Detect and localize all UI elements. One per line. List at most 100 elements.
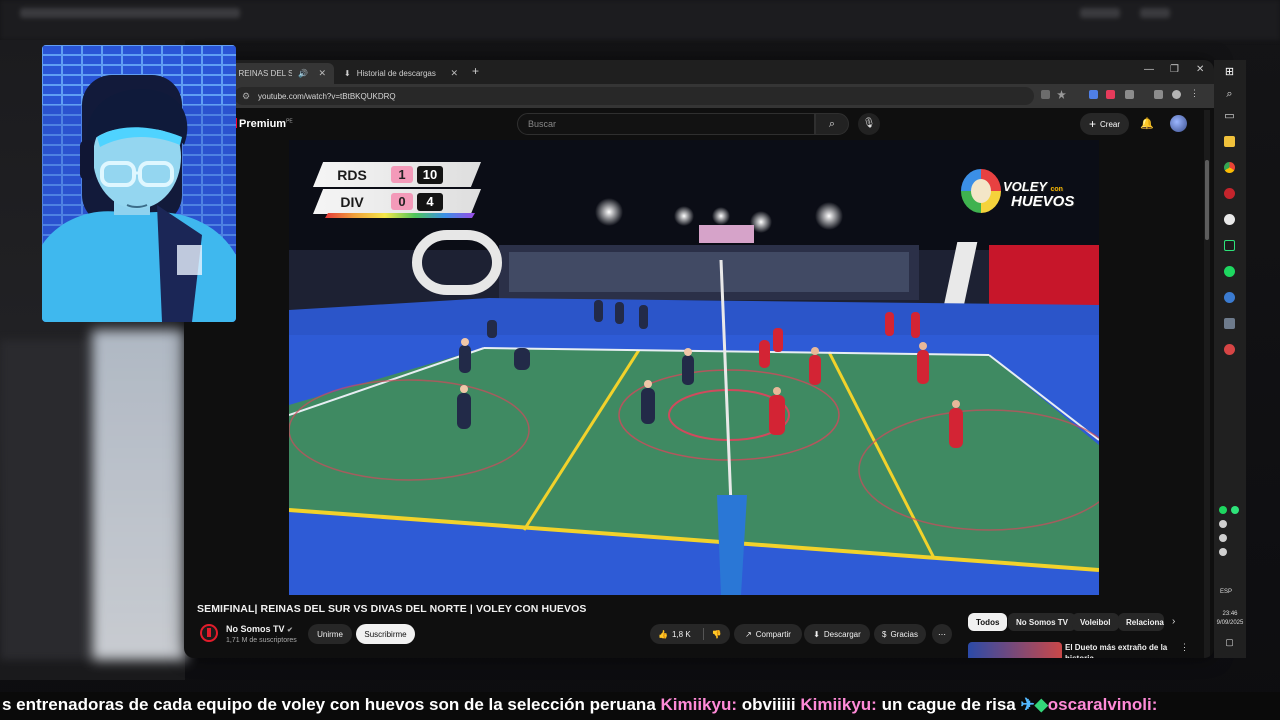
chat-emote-icon: ◆	[1034, 695, 1048, 714]
search-icon[interactable]: ⌕	[815, 113, 849, 135]
streamer-webcam	[42, 45, 236, 322]
like-count[interactable]: 1,8 K	[672, 630, 691, 639]
chip-all[interactable]: Todos	[968, 613, 1008, 631]
team-name: RDS	[337, 166, 367, 183]
microphone-icon[interactable]: 🎙	[858, 113, 880, 135]
tray-spotify-icon[interactable]	[1219, 506, 1227, 514]
search-input[interactable]: Buscar	[517, 113, 815, 135]
tray-volume-icon[interactable]	[1219, 534, 1227, 542]
cast-icon[interactable]	[1041, 90, 1050, 99]
chat-username: oscaralvinoli:	[1047, 695, 1158, 714]
notifications-bell-icon[interactable]: 🔔	[1140, 117, 1154, 130]
blurred-backdrop-window	[92, 330, 187, 660]
team-name: DIV	[340, 193, 364, 210]
thanks-button[interactable]: $ Gracias	[874, 624, 926, 644]
super-thanks-icon: $	[881, 629, 887, 639]
keyboard-language[interactable]: ESP	[1220, 589, 1232, 595]
steam-icon[interactable]	[1224, 292, 1235, 303]
webcam-overlay	[42, 45, 236, 322]
thumbs-down-icon[interactable]: 👎	[712, 630, 722, 639]
extensions-puzzle-icon[interactable]	[1125, 90, 1134, 99]
chip-voleibol[interactable]: Voleibol	[1072, 613, 1119, 631]
channel-avatar[interactable]	[200, 624, 218, 642]
video-title: SEMIFINAL| REINAS DEL SUR VS DIVAS DEL N…	[197, 603, 587, 615]
close-window-icon[interactable]: ✕	[1196, 64, 1204, 75]
close-tab-icon[interactable]: ✕	[318, 68, 326, 79]
address-bar: ⚙ youtube.com/watch?v=tBtBKQUKDRQ	[184, 84, 1214, 108]
video-player[interactable]: RDS 1 10 DIV 0 4 VOLEY con HUEVOS	[289, 140, 1099, 595]
subscriber-count: 1,71 M de suscriptores	[226, 637, 297, 644]
playlist-icon[interactable]	[1154, 90, 1163, 99]
tray-network-icon[interactable]	[1219, 548, 1227, 556]
app-icon[interactable]	[1224, 214, 1235, 225]
recommendation-title[interactable]: El Dueto más extraño de la historia	[1065, 642, 1185, 658]
opera-icon[interactable]	[1224, 188, 1235, 199]
extension-icon[interactable]	[1089, 90, 1098, 99]
blurred-backdrop-top	[0, 0, 1280, 40]
chevron-right-icon[interactable]: ›	[1172, 616, 1175, 627]
chat-username: Kimiikyu:	[660, 695, 738, 714]
join-button[interactable]: Unirme	[308, 624, 352, 644]
score-row-rds: RDS 1 10	[313, 162, 481, 187]
verified-icon: ✔	[287, 627, 293, 634]
download-icon: ⬇	[344, 69, 351, 78]
task-view-icon[interactable]: ▭	[1223, 110, 1236, 123]
tab-label: Historial de descargas	[356, 69, 436, 78]
audio-icon[interactable]: 🔊	[298, 69, 308, 78]
like-dislike-group: 👍 1,8 K 👎	[650, 624, 730, 644]
recommendation-menu-icon[interactable]: ⋮	[1180, 642, 1189, 653]
tab-downloads[interactable]: ⬇ Historial de descargas ✕	[336, 63, 466, 84]
app-icon[interactable]	[1224, 344, 1235, 355]
stream-scene: SEMIFINAL| REINAS DEL SUR 🔊 ✕ ⬇ Historia…	[0, 0, 1280, 720]
app-icon[interactable]	[1224, 318, 1235, 329]
download-button[interactable]: ⬇ Descargar	[804, 624, 870, 644]
thumbs-up-icon[interactable]: 👍	[658, 630, 668, 639]
channel-name[interactable]: No Somos TV ✔	[226, 624, 293, 634]
rainbow-stripe	[325, 213, 475, 218]
points: 10	[417, 165, 443, 184]
windows-start-icon[interactable]: ⊞	[1223, 66, 1236, 79]
chat-ticker: s entrenadoras de cada equipo de voley c…	[0, 692, 1280, 720]
notifications-icon[interactable]: ▢	[1223, 636, 1236, 649]
youtube-header: PremiumPE Buscar ⌕ 🎙 + Crear 🔔	[184, 108, 1214, 138]
close-tab-icon[interactable]: ✕	[450, 68, 458, 79]
sets-won: 1	[391, 166, 413, 183]
chrome-icon[interactable]	[1224, 162, 1235, 173]
broadcast-logo: VOLEY con HUEVOS	[961, 167, 1081, 215]
minimize-icon[interactable]: —	[1144, 64, 1154, 75]
extension-icon[interactable]	[1106, 90, 1115, 99]
page-scrollbar[interactable]	[1204, 110, 1210, 658]
scrollbar-thumb[interactable]	[1205, 160, 1209, 240]
account-avatar[interactable]	[1170, 115, 1187, 132]
tray-app-icon[interactable]	[1231, 506, 1239, 514]
subscribe-button[interactable]: Suscribirme	[356, 624, 415, 644]
chat-text: un cague de risa	[876, 695, 1021, 714]
spotify-icon[interactable]	[1224, 266, 1235, 277]
download-icon: ⬇	[813, 629, 820, 639]
points: 4	[417, 192, 443, 211]
blurred-backdrop-panel	[0, 340, 90, 660]
recommendation-thumbnail[interactable]	[968, 642, 1062, 658]
chat-emote-icon: ✈	[1020, 695, 1035, 714]
maximize-icon[interactable]: ❐	[1170, 64, 1179, 75]
share-button[interactable]: ↗ Compartir	[734, 624, 802, 644]
site-settings-icon[interactable]: ⚙	[242, 91, 250, 102]
profile-icon[interactable]	[1172, 90, 1181, 99]
file-explorer-icon[interactable]	[1224, 136, 1235, 147]
create-button[interactable]: + Crear	[1080, 113, 1130, 135]
share-icon: ↗	[745, 629, 752, 639]
url-field[interactable]: ⚙ youtube.com/watch?v=tBtBKQUKDRQ	[234, 87, 1034, 105]
more-actions-icon[interactable]: ⋯	[932, 624, 952, 644]
chip-related[interactable]: Relaciona	[1118, 613, 1164, 631]
new-tab-icon[interactable]: +	[472, 64, 479, 78]
sets-won: 0	[391, 193, 413, 210]
streaming-app-icon[interactable]	[1224, 240, 1235, 251]
youtube-logo[interactable]: PremiumPE	[234, 118, 293, 130]
search-icon[interactable]: ⌕	[1223, 88, 1236, 101]
score-row-div: DIV 0 4	[313, 189, 481, 214]
clock[interactable]: 23:46 9/09/2025	[1216, 610, 1244, 628]
menu-kebab-icon[interactable]: ⋮	[1190, 89, 1199, 98]
chip-channel[interactable]: No Somos TV	[1008, 613, 1077, 631]
tray-microphone-icon[interactable]	[1219, 520, 1227, 528]
chat-text: s entrenadoras de cada equipo de voley c…	[2, 695, 661, 714]
